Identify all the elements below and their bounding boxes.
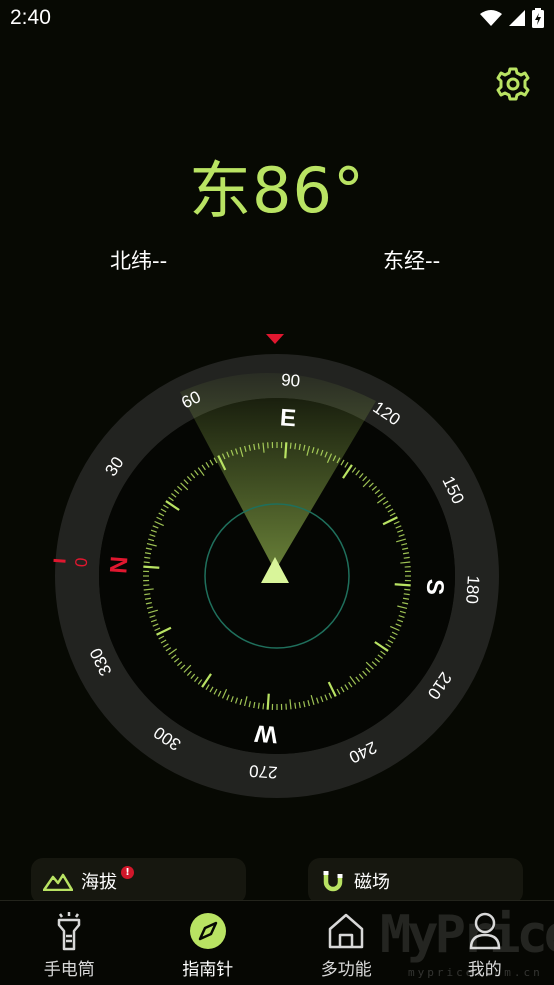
person-icon <box>467 911 503 951</box>
major-tick <box>143 567 159 568</box>
magnetic-label: 磁场 <box>354 868 390 894</box>
minor-tick <box>144 557 150 558</box>
minor-tick <box>258 443 259 449</box>
nav-item-multifunction[interactable]: 多功能 <box>277 901 416 985</box>
altitude-label: 海拔 <box>81 868 117 894</box>
degree-label: 180 <box>462 575 483 605</box>
minor-tick <box>144 594 150 595</box>
nav-label: 指南针 <box>182 955 233 980</box>
major-tick <box>285 442 286 458</box>
signal-icon <box>508 9 526 27</box>
minor-tick <box>144 562 150 563</box>
north-pointer-marker <box>266 334 284 344</box>
magnetic-card[interactable]: 磁场 <box>308 858 523 904</box>
latitude-label: 北纬-- <box>110 245 167 275</box>
nav-item-compass[interactable]: 指南针 <box>139 901 278 985</box>
compass-dial: 0306090120150180210240270300330 NESW <box>0 320 554 820</box>
wifi-icon <box>480 9 502 27</box>
degree-label: 90 <box>281 370 301 390</box>
nav-item-flashlight[interactable]: 手电筒 <box>0 901 139 985</box>
status-time: 2:40 <box>10 6 51 30</box>
nav-label: 多功能 <box>321 955 372 980</box>
altitude-card[interactable]: 海拔 <box>31 858 246 904</box>
magnet-icon <box>320 868 346 894</box>
home-icon <box>327 911 365 951</box>
battery-icon <box>532 8 544 28</box>
compass-icon <box>188 911 228 951</box>
major-tick <box>268 694 269 710</box>
degree-label: 0 <box>72 557 92 568</box>
nav-label: 手电筒 <box>44 955 95 980</box>
watermark-sub: myprice.com.cn <box>408 966 543 979</box>
west-label: W <box>253 719 278 748</box>
minor-tick <box>295 703 296 709</box>
gear-icon <box>495 66 531 102</box>
altitude-badge: ! <box>121 866 134 879</box>
minor-tick <box>404 557 410 558</box>
flashlight-icon <box>52 911 86 951</box>
minor-tick <box>295 443 296 449</box>
mountain-icon <box>43 871 73 891</box>
settings-button[interactable] <box>495 66 531 102</box>
north-label: N <box>105 555 133 574</box>
status-icons <box>480 8 544 28</box>
status-bar: 2:40 <box>0 0 554 40</box>
degree-label: 270 <box>249 761 279 782</box>
major-tick <box>395 584 411 585</box>
minor-tick <box>404 594 410 595</box>
minor-tick <box>290 443 291 449</box>
heading-readout: 东86° <box>0 140 554 230</box>
longitude-label: 东经-- <box>383 245 440 275</box>
minor-tick <box>258 703 259 709</box>
east-label: E <box>279 404 297 432</box>
south-label: S <box>421 578 449 596</box>
minor-tick <box>263 703 264 709</box>
minor-tick <box>404 589 410 590</box>
